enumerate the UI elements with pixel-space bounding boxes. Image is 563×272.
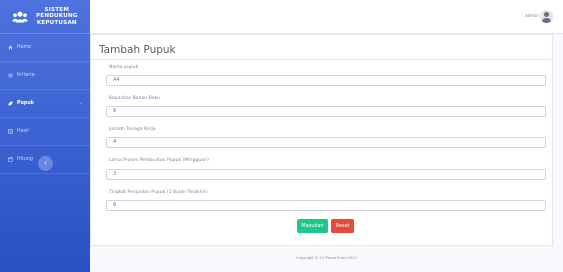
avatar-head: [544, 12, 549, 17]
reset-button[interactable]: Reset: [331, 219, 354, 233]
sidebar-item-kriteria[interactable]: Kriteria: [0, 62, 90, 90]
brand-line-3: KEPUTUSAN: [36, 19, 77, 26]
nama-pupuk-label: Nama pupuk: [109, 65, 139, 70]
lama-proses-label: Lama Proses Pembuatan Pupuk (Mingguan): [109, 158, 209, 163]
chevron-right-icon: ›: [79, 101, 82, 107]
sidebar-item-label: Hasil: [17, 129, 29, 134]
footer-copyright: Copyright © CV Prima Putra 2022: [296, 256, 357, 260]
form-card: Tambah Pupuk Nama pupuk A4 Kapasitas Bah…: [90, 34, 553, 246]
sidebar-item-home[interactable]: Home: [0, 34, 90, 62]
leaf-icon: [8, 101, 13, 106]
tingkat-penjualan-field[interactable]: 8: [106, 200, 546, 211]
tingkat-penjualan-label: Tingkat Penjualan Pupuk (1 Bulan Terakhi…: [109, 190, 208, 195]
table-icon: [8, 129, 13, 134]
kapasitas-bahan-baku-field[interactable]: 6: [106, 106, 546, 117]
sidebar-item-hasil[interactable]: Hasil: [0, 118, 90, 146]
submit-button[interactable]: Masukan: [297, 219, 328, 233]
sidebar-item-label: Kriteria: [17, 73, 35, 78]
brand-text: SISTEM PENDUKUNG KEPUTUSAN: [36, 7, 78, 27]
nama-pupuk-field[interactable]: A4: [106, 75, 546, 86]
list-icon: [8, 73, 13, 78]
topbar: admin: [90, 0, 563, 34]
sidebar-item-label: Home: [17, 45, 32, 50]
lama-proses-field[interactable]: 3: [106, 169, 546, 180]
brand[interactable]: SISTEM PENDUKUNG KEPUTUSAN: [0, 0, 90, 34]
home-icon: [8, 45, 13, 50]
avatar-body: [542, 18, 551, 23]
chevron-left-icon: ‹: [44, 159, 47, 167]
page-title: Tambah Pupuk: [99, 44, 176, 56]
jumlah-tenaga-kerja-field[interactable]: 4: [106, 137, 546, 148]
avatar[interactable]: [540, 10, 553, 23]
calculator-icon: [8, 157, 13, 162]
user-name[interactable]: admin: [525, 14, 539, 19]
sidebar-toggle-button[interactable]: ‹: [38, 156, 53, 171]
brand-line-2: PENDUKUNG: [36, 13, 78, 20]
kapasitas-bahan-baku-label: Kapasitas Bahan Baku: [109, 96, 161, 101]
jumlah-tenaga-kerja-label: Jumlah Tenaga Kerja: [109, 127, 156, 132]
sidebar-item-pupuk[interactable]: Pupuk ›: [0, 90, 90, 118]
users-icon: [12, 11, 28, 22]
brand-line-1: SISTEM: [44, 6, 70, 13]
sidebar: SISTEM PENDUKUNG KEPUTUSAN Home Kriteria…: [0, 0, 90, 272]
sidebar-item-label: Pupuk: [17, 101, 34, 106]
sidebar-item-label: Hitung: [17, 157, 33, 162]
card-divider: [91, 59, 552, 60]
